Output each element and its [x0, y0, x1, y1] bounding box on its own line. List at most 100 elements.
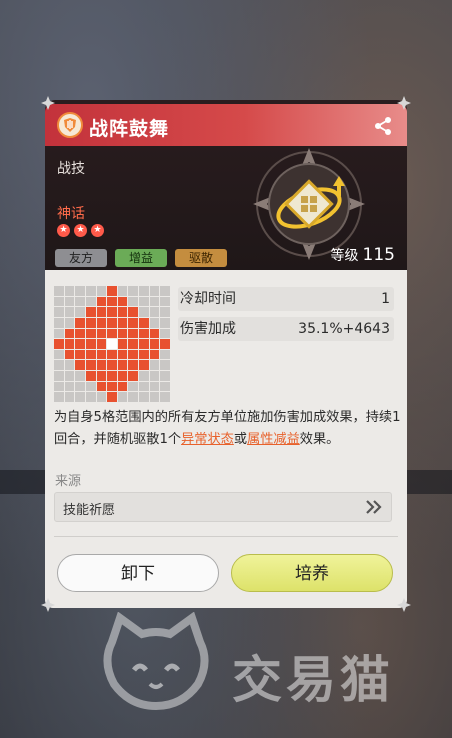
- stat-value: 1: [381, 291, 390, 307]
- range-cell-active: [96, 349, 107, 360]
- unequip-button[interactable]: 卸下: [57, 554, 219, 592]
- range-cell-active: [75, 328, 85, 339]
- attribute-debuff-link[interactable]: 属性减益: [247, 432, 300, 447]
- star-icon: ★: [91, 224, 104, 237]
- range-cell: [149, 360, 160, 371]
- skill-emblem-icon: [253, 148, 365, 260]
- share-icon[interactable]: [373, 116, 393, 136]
- range-cell: [54, 296, 64, 307]
- abnormal-status-link[interactable]: 异常状态: [181, 432, 234, 447]
- star-icon: ★: [74, 224, 87, 237]
- range-cell-active: [85, 371, 96, 381]
- divider: [54, 536, 398, 537]
- range-cell-active: [85, 317, 96, 328]
- range-cell-active: [107, 307, 117, 317]
- tag-dispel: 驱散: [175, 249, 227, 267]
- skill-title: 战阵鼓舞: [89, 118, 170, 140]
- range-cell: [128, 296, 139, 307]
- range-cell-active: [117, 328, 128, 339]
- range-cell-active: [128, 307, 139, 317]
- range-cell: [160, 307, 170, 317]
- range-cell: [64, 360, 75, 371]
- develop-button[interactable]: 培养: [231, 554, 393, 592]
- range-cell: [54, 307, 64, 317]
- skill-rarity: 神话: [57, 206, 85, 222]
- range-cell-active: [117, 307, 128, 317]
- chevron-double-right-icon: [366, 500, 382, 514]
- tag-buff: 增益: [115, 249, 167, 267]
- skill-level: 等级 115: [331, 245, 395, 265]
- skill-tags: 友方 增益 驱散: [55, 249, 227, 267]
- skill-dialog: 战阵鼓舞 战技 神话 ★ ★ ★ 友方 增益 驱散 等级 115 冷却时间 1 …: [41, 96, 411, 612]
- range-cell: [149, 381, 160, 392]
- range-cell-active: [85, 328, 96, 339]
- range-cell-active: [75, 349, 85, 360]
- range-cell: [75, 371, 85, 381]
- range-cell-active: [139, 349, 149, 360]
- range-cell: [149, 371, 160, 381]
- stat-label: 冷却时间: [180, 291, 236, 307]
- corner-ornament: [41, 598, 55, 612]
- level-label: 等级: [330, 248, 359, 264]
- range-cell: [149, 286, 160, 296]
- range-cell-active: [139, 360, 149, 371]
- range-cell: [160, 360, 170, 371]
- range-cell: [54, 317, 64, 328]
- range-cell: [54, 371, 64, 381]
- range-cell-active: [107, 317, 117, 328]
- range-cell: [160, 296, 170, 307]
- range-cell: [160, 381, 170, 392]
- range-cell-active: [128, 349, 139, 360]
- source-row[interactable]: 技能祈愿: [54, 492, 392, 522]
- range-cell-active: [107, 381, 117, 392]
- range-cell: [128, 392, 139, 402]
- range-cell-active: [85, 307, 96, 317]
- skill-type-icon: [57, 112, 83, 138]
- range-cell-active: [117, 317, 128, 328]
- tag-ally: 友方: [55, 249, 107, 267]
- range-cell: [128, 286, 139, 296]
- range-cell-active: [117, 371, 128, 381]
- range-cell-active: [117, 296, 128, 307]
- range-cell-active: [75, 360, 85, 371]
- range-cell-active: [96, 381, 107, 392]
- range-cell-active: [96, 328, 107, 339]
- range-cell-active: [85, 339, 96, 349]
- range-cell: [160, 328, 170, 339]
- range-cell-active: [117, 381, 128, 392]
- range-cell-active: [75, 317, 85, 328]
- range-cell-active: [149, 328, 160, 339]
- range-cell-active: [128, 339, 139, 349]
- range-cell: [149, 296, 160, 307]
- description-text: 或: [233, 432, 248, 447]
- range-cell: [149, 307, 160, 317]
- star-icon: ★: [57, 224, 70, 237]
- range-cell: [64, 381, 75, 392]
- range-cell-active: [85, 349, 96, 360]
- range-cell: [75, 286, 85, 296]
- range-cell-active: [96, 371, 107, 381]
- skill-category: 战技: [57, 161, 85, 177]
- range-cell-active: [128, 317, 139, 328]
- level-value: 115: [362, 245, 395, 265]
- range-cell-active: [54, 339, 64, 349]
- range-cell-active: [64, 339, 75, 349]
- range-cell-active: [149, 339, 160, 349]
- range-cell: [160, 286, 170, 296]
- stat-label: 伤害加成: [180, 321, 236, 337]
- range-cell-active: [107, 371, 117, 381]
- range-cell: [64, 317, 75, 328]
- range-cell-active: [96, 339, 107, 349]
- range-cell: [117, 286, 128, 296]
- range-cell-active: [64, 328, 75, 339]
- range-cell: [64, 371, 75, 381]
- range-cell: [160, 317, 170, 328]
- range-cell-active: [96, 307, 107, 317]
- range-cell: [75, 381, 85, 392]
- range-cell: [64, 286, 75, 296]
- range-cell-active: [107, 392, 117, 402]
- range-cell: [96, 392, 107, 402]
- range-cell: [54, 381, 64, 392]
- range-cell-active: [139, 339, 149, 349]
- rarity-stars: ★ ★ ★: [57, 224, 104, 237]
